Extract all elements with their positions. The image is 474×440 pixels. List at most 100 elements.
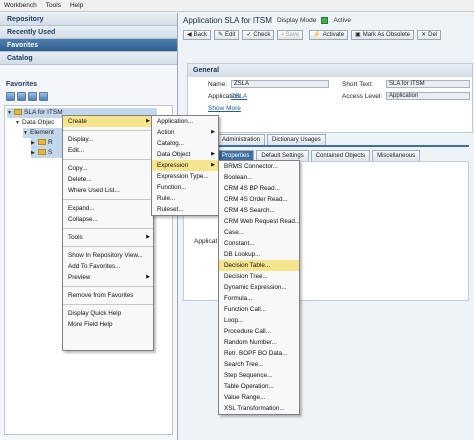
menu-item-ruleset[interactable]: Ruleset...	[152, 204, 218, 215]
name-field[interactable]: ZSLA	[231, 80, 329, 88]
menu-item-application[interactable]: Application...	[152, 116, 218, 127]
menu-item-expression[interactable]: Expression ▶	[152, 160, 218, 171]
menu-item-expression-type[interactable]: Expression Type...	[152, 171, 218, 182]
accordion-recently-used[interactable]: Recently Used	[0, 26, 177, 39]
back-arrow-icon: ◀	[187, 32, 192, 38]
back-button[interactable]: ◀ Back	[183, 30, 211, 40]
menu-item-rule[interactable]: Rule...	[152, 193, 218, 204]
save-button[interactable]: ▪ Save	[277, 30, 304, 40]
menu-item-search-tree[interactable]: Search Tree...	[219, 359, 299, 370]
tree-node-label: R	[48, 139, 53, 146]
application-link[interactable]: ZSLA	[231, 93, 247, 100]
menu-item-function[interactable]: Function...	[152, 182, 218, 193]
tab-contained-objects[interactable]: Contained Objects	[310, 150, 371, 161]
menu-item-procedure-call[interactable]: Procedure Call...	[219, 326, 299, 337]
check-button[interactable]: ✓ Check	[242, 30, 275, 40]
expression-submenu: BRMS Connector... Boolean... CRM 4S BP R…	[218, 160, 300, 415]
menu-item-loop[interactable]: Loop...	[219, 315, 299, 326]
menu-item-create[interactable]: Create ▶	[63, 116, 153, 127]
menu-item-function-call[interactable]: Function Call...	[219, 304, 299, 315]
menu-item-edit[interactable]: Edit...	[63, 145, 153, 156]
menu-item-retr-bopf[interactable]: Retr. BOPF BO Data...	[219, 348, 299, 359]
menu-bar: Workbench Tools Help	[0, 0, 474, 12]
menu-item-boolean[interactable]: Boolean...	[219, 172, 299, 183]
menu-tools[interactable]: Tools	[46, 2, 61, 9]
tree-node-data-objects[interactable]: ▼ Data Objec	[15, 118, 55, 128]
menu-workbench[interactable]: Workbench	[4, 2, 37, 9]
mark-obsolete-button[interactable]: ▣ Mark As Obsolete	[351, 30, 415, 40]
menu-item-remove-favorites[interactable]: Remove from Favorites	[63, 290, 153, 301]
tab-dictionary-usages[interactable]: Dictionary Usages	[267, 134, 326, 145]
menu-item-case[interactable]: Case...	[219, 227, 299, 238]
menu-item-crm-bp-read[interactable]: CRM 4S BP Read...	[219, 183, 299, 194]
menu-item-quick-help[interactable]: Display Quick Help	[63, 308, 153, 319]
edit-button[interactable]: ✎ Edit	[213, 30, 240, 40]
menu-item-table-operation[interactable]: Table Operation...	[219, 381, 299, 392]
refresh-icon[interactable]	[39, 92, 48, 101]
collapse-triangle-icon[interactable]: ▼	[23, 128, 30, 138]
menu-item-preview[interactable]: Preview ▶	[63, 272, 153, 283]
accordion-favorites[interactable]: Favorites	[0, 39, 177, 52]
menu-item-expand[interactable]: Expand...	[63, 203, 153, 214]
menu-item-value-range[interactable]: Value Range...	[219, 392, 299, 403]
menu-item-field-help[interactable]: More Field Help	[63, 319, 153, 330]
tree-node-element[interactable]: ▼ Element	[23, 128, 63, 138]
short-text-label: Short Text:	[342, 81, 373, 88]
submenu-arrow-icon: ▶	[211, 151, 215, 157]
activate-button[interactable]: ⚡ Activate	[309, 30, 349, 40]
menu-item-constant[interactable]: Constant...	[219, 238, 299, 249]
show-more-link[interactable]: Show More	[208, 105, 241, 112]
menu-item-random-number[interactable]: Random Number...	[219, 337, 299, 348]
menu-item-crm-order-read[interactable]: CRM 4S Order Read...	[219, 194, 299, 205]
menu-item-step-sequence[interactable]: Step Sequence...	[219, 370, 299, 381]
folder-icon	[38, 139, 46, 146]
menu-item-action[interactable]: Action ▶	[152, 127, 218, 138]
access-level-field[interactable]: Application	[386, 92, 470, 100]
menu-item-catalog[interactable]: Catalog...	[152, 138, 218, 149]
tree-node-s[interactable]: ▶ S	[31, 148, 63, 158]
collapse-triangle-icon[interactable]: ▼	[15, 118, 22, 128]
menu-item-collapse[interactable]: Collapse...	[63, 214, 153, 225]
menu-item-copy[interactable]: Copy...	[63, 163, 153, 174]
accordion-repository[interactable]: Repository	[0, 13, 177, 26]
menu-item-crm-search[interactable]: CRM 4S Search...	[219, 205, 299, 216]
menu-item-data-object[interactable]: Data Object ▶	[152, 149, 218, 160]
menu-item-decision-tree[interactable]: Decision Tree...	[219, 271, 299, 282]
tree-node-label: Element	[30, 129, 54, 136]
menu-item-tools[interactable]: Tools ▶	[63, 232, 153, 243]
menu-item-delete[interactable]: Delete...	[63, 174, 153, 185]
menu-item-where-used[interactable]: Where Used List...	[63, 185, 153, 196]
menu-item-decision-table[interactable]: Decision Table...	[219, 260, 299, 271]
menu-item-db-lookup[interactable]: DB Lookup...	[219, 249, 299, 260]
menu-item-brms-connector[interactable]: BRMS Connector...	[219, 161, 299, 172]
menu-item-display[interactable]: Display...	[63, 134, 153, 145]
menu-item-add-to-favorites[interactable]: Add To Favorites...	[63, 261, 153, 272]
menu-item-formula[interactable]: Formula...	[219, 293, 299, 304]
move-down-icon[interactable]	[28, 92, 37, 101]
accordion-catalog[interactable]: Catalog	[0, 52, 177, 65]
general-section-header: General	[188, 64, 472, 77]
move-up-icon[interactable]	[17, 92, 26, 101]
applic-label: Applicat	[194, 238, 218, 245]
expand-triangle-icon[interactable]: ▶	[31, 148, 38, 158]
access-level-label: Access Level:	[342, 93, 383, 100]
expand-triangle-icon[interactable]: ▶	[31, 138, 38, 148]
menu-item-show-in-repository[interactable]: Show In Repository View...	[63, 250, 153, 261]
tree-node-r[interactable]: ▶ R	[31, 138, 63, 148]
mode-label: Display Mode	[276, 17, 317, 24]
favorites-title: Favorites	[6, 81, 38, 88]
delete-button[interactable]: ✕ Del	[417, 30, 442, 40]
tree-node-label: Data Objec	[22, 119, 55, 126]
tab-miscellaneous[interactable]: Miscellaneous	[372, 150, 421, 161]
menu-item-dynamic-expression[interactable]: Dynamic Expression...	[219, 282, 299, 293]
menu-help[interactable]: Help	[70, 2, 83, 9]
menu-item-crm-web-request[interactable]: CRM Web Request Read...	[219, 216, 300, 227]
create-submenu: Application... Action ▶ Catalog... Data O…	[151, 115, 219, 216]
add-favorite-icon[interactable]	[6, 92, 15, 101]
tree-node-label: SLA for ITSM	[24, 109, 63, 116]
menu-item-xsl-transformation[interactable]: XSL Transformation...	[219, 403, 299, 414]
short-text-field[interactable]: SLA for ITSM	[386, 80, 470, 88]
collapse-triangle-icon[interactable]: ▼	[7, 108, 14, 118]
submenu-arrow-icon: ▶	[146, 234, 150, 240]
tab-administration[interactable]: Administration	[217, 134, 266, 145]
